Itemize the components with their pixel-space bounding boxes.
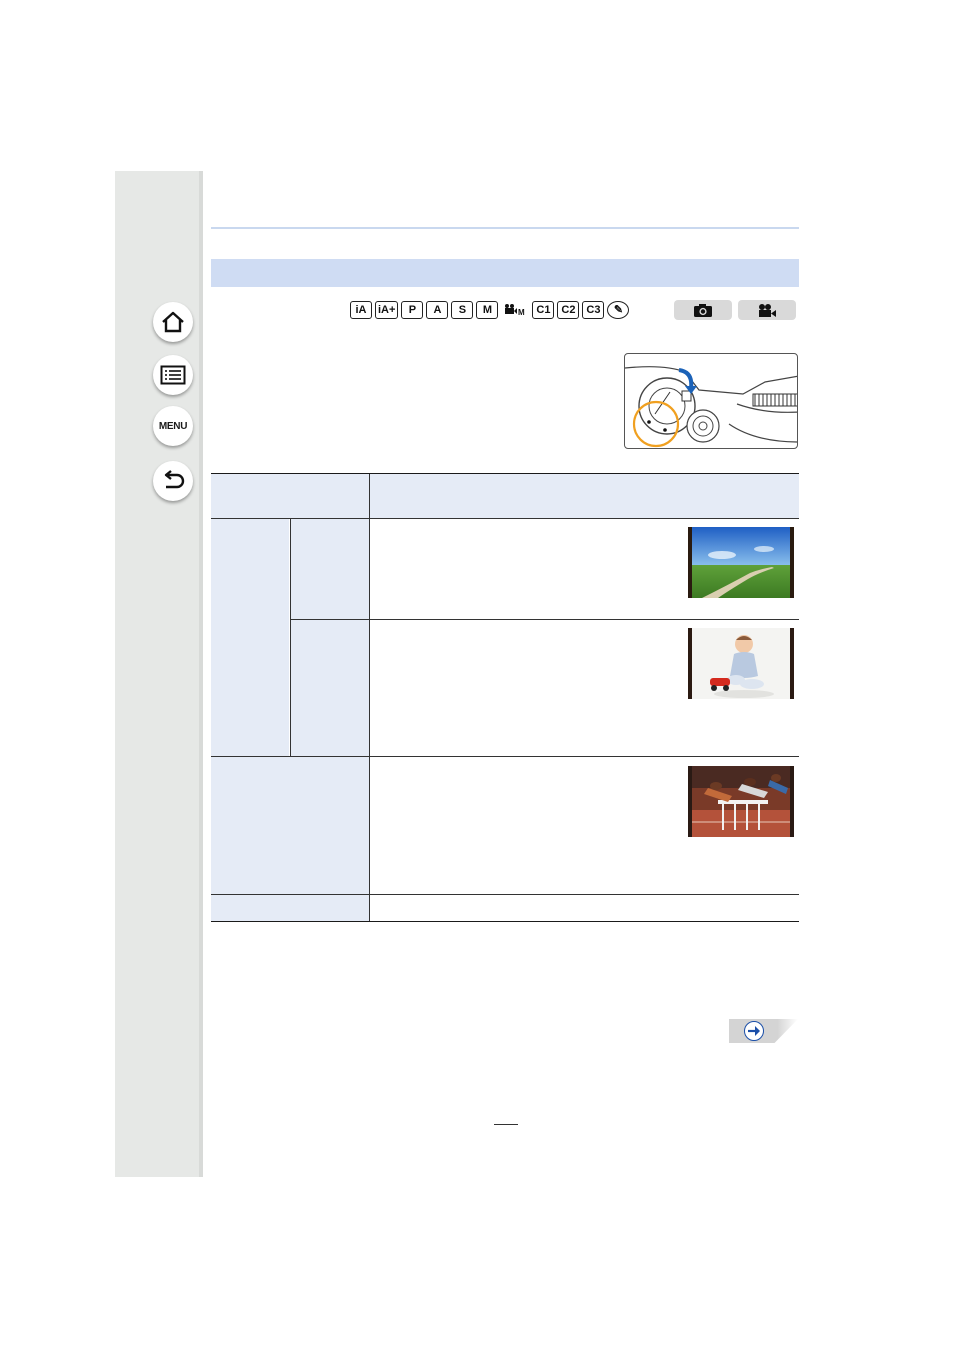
table-bottom-rule (211, 921, 799, 922)
section-title-bar (211, 259, 799, 287)
mode-ia-icon: iA (350, 301, 372, 319)
table-subcell-2 (290, 620, 369, 756)
table-rule (211, 518, 799, 519)
table-rule (211, 894, 799, 895)
table-top-rule (211, 473, 799, 474)
motion-picture-badge (738, 300, 796, 320)
menu-icon: MENU (158, 420, 188, 432)
list-icon (160, 365, 186, 385)
back-button[interactable] (153, 461, 193, 501)
mode-s-icon: S (451, 301, 474, 319)
menu-button[interactable]: MENU (153, 406, 193, 446)
table-rule (290, 619, 799, 620)
arrow-right-icon (748, 1026, 760, 1036)
camera-icon (694, 303, 712, 317)
landscape-photo (688, 527, 794, 598)
drive-mode-dial-illustration (624, 353, 798, 449)
movie-camera-icon (759, 303, 776, 317)
mode-a-icon: A (426, 301, 449, 319)
mode-c2-icon: C2 (557, 301, 580, 319)
svg-text:M: M (518, 308, 525, 317)
next-page-button[interactable] (744, 1021, 764, 1041)
mode-m-icon: M (476, 301, 499, 319)
mode-creative-control-icon: ✎ (607, 301, 630, 319)
contents-button[interactable] (153, 355, 193, 395)
table-divider (369, 474, 370, 921)
table-rule (211, 756, 799, 757)
header-rule (211, 227, 799, 229)
table-subcell-1 (290, 519, 369, 619)
hurdles-photo (688, 766, 794, 837)
home-button[interactable] (153, 302, 193, 342)
recording-mode-icons: iA iA+ P A S M M C1 C2 C3 ✎ (350, 301, 630, 319)
sidebar-edge (199, 171, 203, 1177)
table-divider (290, 519, 291, 756)
home-icon (162, 311, 184, 333)
still-picture-badge (674, 300, 732, 320)
mode-c3-icon: C3 (582, 301, 605, 319)
mode-p-icon: P (401, 301, 424, 319)
mode-c1-icon: C1 (532, 301, 555, 319)
baby-photo (688, 628, 794, 699)
back-arrow-icon (164, 470, 185, 489)
page-number (494, 1108, 518, 1125)
table-group-cell (211, 519, 289, 756)
table-row-label-3 (211, 757, 369, 894)
table-header (211, 474, 799, 518)
table-row-label-4 (211, 895, 369, 921)
mode-creative-video-icon: M (501, 301, 529, 319)
mode-ia-plus-icon: iA+ (375, 301, 399, 319)
